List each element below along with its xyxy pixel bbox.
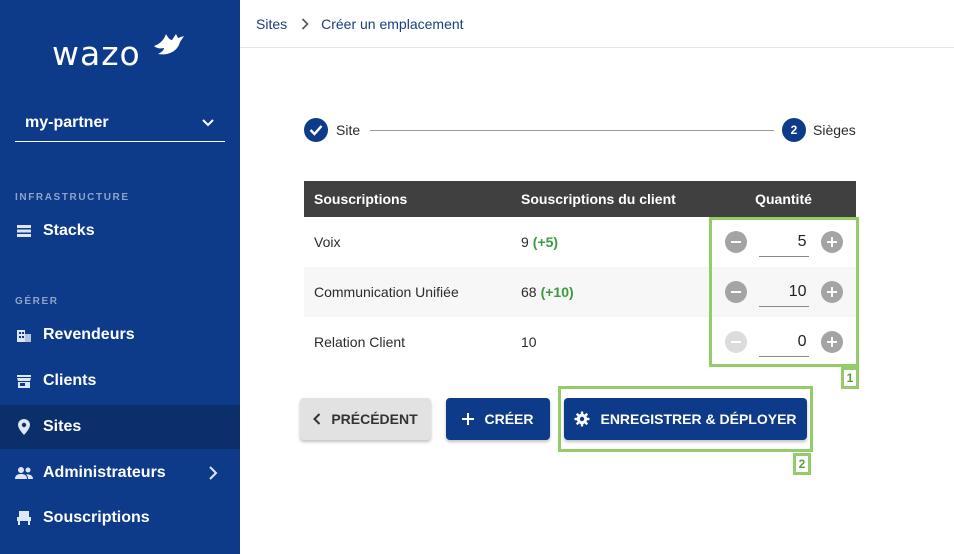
chevron-right-icon	[209, 466, 218, 480]
chevron-right-icon	[301, 17, 309, 30]
client-count: 9	[521, 234, 529, 250]
wazo-logo[interactable]: wazo	[52, 30, 192, 74]
previous-button-label: PRÉCÉDENT	[331, 411, 418, 427]
sidebar-item-sites[interactable]: Sites	[0, 405, 240, 449]
check-icon	[304, 118, 328, 142]
step-label-seats: Sièges	[813, 122, 856, 138]
previous-button[interactable]: PRÉCÉDENT	[300, 398, 431, 440]
tenant-selector[interactable]: my-partner	[15, 104, 225, 142]
sidebar-item-label: Stacks	[43, 222, 95, 239]
subscription-name: Communication Unifiée	[314, 284, 459, 300]
breadcrumb-sites-link[interactable]: Sites	[256, 16, 287, 32]
client-count: 10	[521, 334, 537, 350]
sidebar-item-administrateurs[interactable]: Administrateurs	[0, 451, 240, 495]
annotation-number-2: 2	[793, 453, 811, 475]
client-subscriptions: 68 (+10)	[511, 284, 711, 300]
annotation-number-1: 1	[841, 367, 859, 389]
create-button[interactable]: CRÉER	[446, 398, 550, 440]
delta-badge: (+5)	[532, 234, 559, 250]
column-header: Souscriptions du client	[521, 191, 676, 207]
subscription-name: Relation Client	[314, 334, 406, 350]
sidebar-item-label: Sites	[43, 418, 82, 435]
section-title-infrastructure: INFRASTRUCTURE	[15, 192, 130, 203]
step-connector	[370, 130, 774, 131]
sidebar: wazo my-partner INFRASTRUCTURE Stacks GÉ…	[0, 0, 240, 554]
sidebar-item-label: Clients	[43, 372, 97, 389]
chevron-down-icon	[202, 118, 214, 126]
plus-icon	[462, 413, 475, 425]
client-count: 68	[521, 284, 537, 300]
sidebar-item-souscriptions[interactable]: Souscriptions	[0, 496, 240, 540]
column-header: Souscriptions	[314, 191, 408, 207]
bird-icon	[154, 34, 184, 55]
delta-badge: (+10)	[540, 284, 574, 300]
store-icon	[15, 372, 33, 390]
sidebar-item-stacks[interactable]: Stacks	[0, 209, 240, 253]
sidebar-item-clients[interactable]: Clients	[0, 359, 240, 403]
stacks-icon	[15, 222, 33, 240]
annotation-box-1	[709, 217, 859, 367]
logo-text: wazo	[52, 34, 141, 73]
sidebar-item-label: Souscriptions	[43, 509, 150, 526]
client-subscriptions: 10	[511, 334, 711, 350]
step-number-2: 2	[782, 118, 806, 142]
client-subscriptions: 9 (+5)	[511, 234, 711, 250]
create-button-label: CRÉER	[484, 411, 534, 427]
tenant-name: my-partner	[25, 113, 109, 131]
stepper: Site 2 Sièges	[304, 118, 856, 142]
breadcrumb: Sites Créer un emplacement	[240, 0, 954, 48]
annotation-box-2	[558, 386, 813, 452]
sidebar-item-label: Administrateurs	[43, 464, 166, 481]
section-title-manage: GÉRER	[15, 296, 59, 307]
chevron-left-icon	[313, 413, 321, 425]
column-header: Quantité	[755, 191, 812, 207]
breadcrumb-current: Créer un emplacement	[321, 15, 464, 32]
location-pin-icon	[15, 418, 33, 436]
building-icon	[15, 326, 33, 344]
step-label-site: Site	[336, 122, 361, 138]
sidebar-item-label: Revendeurs	[43, 326, 135, 343]
table-header: Souscriptions Souscriptions du client Qu…	[304, 181, 856, 217]
sidebar-item-revendeurs[interactable]: Revendeurs	[0, 313, 240, 357]
subscriptions-icon	[15, 509, 33, 527]
subscription-name: Voix	[314, 234, 341, 250]
people-icon	[15, 464, 33, 482]
